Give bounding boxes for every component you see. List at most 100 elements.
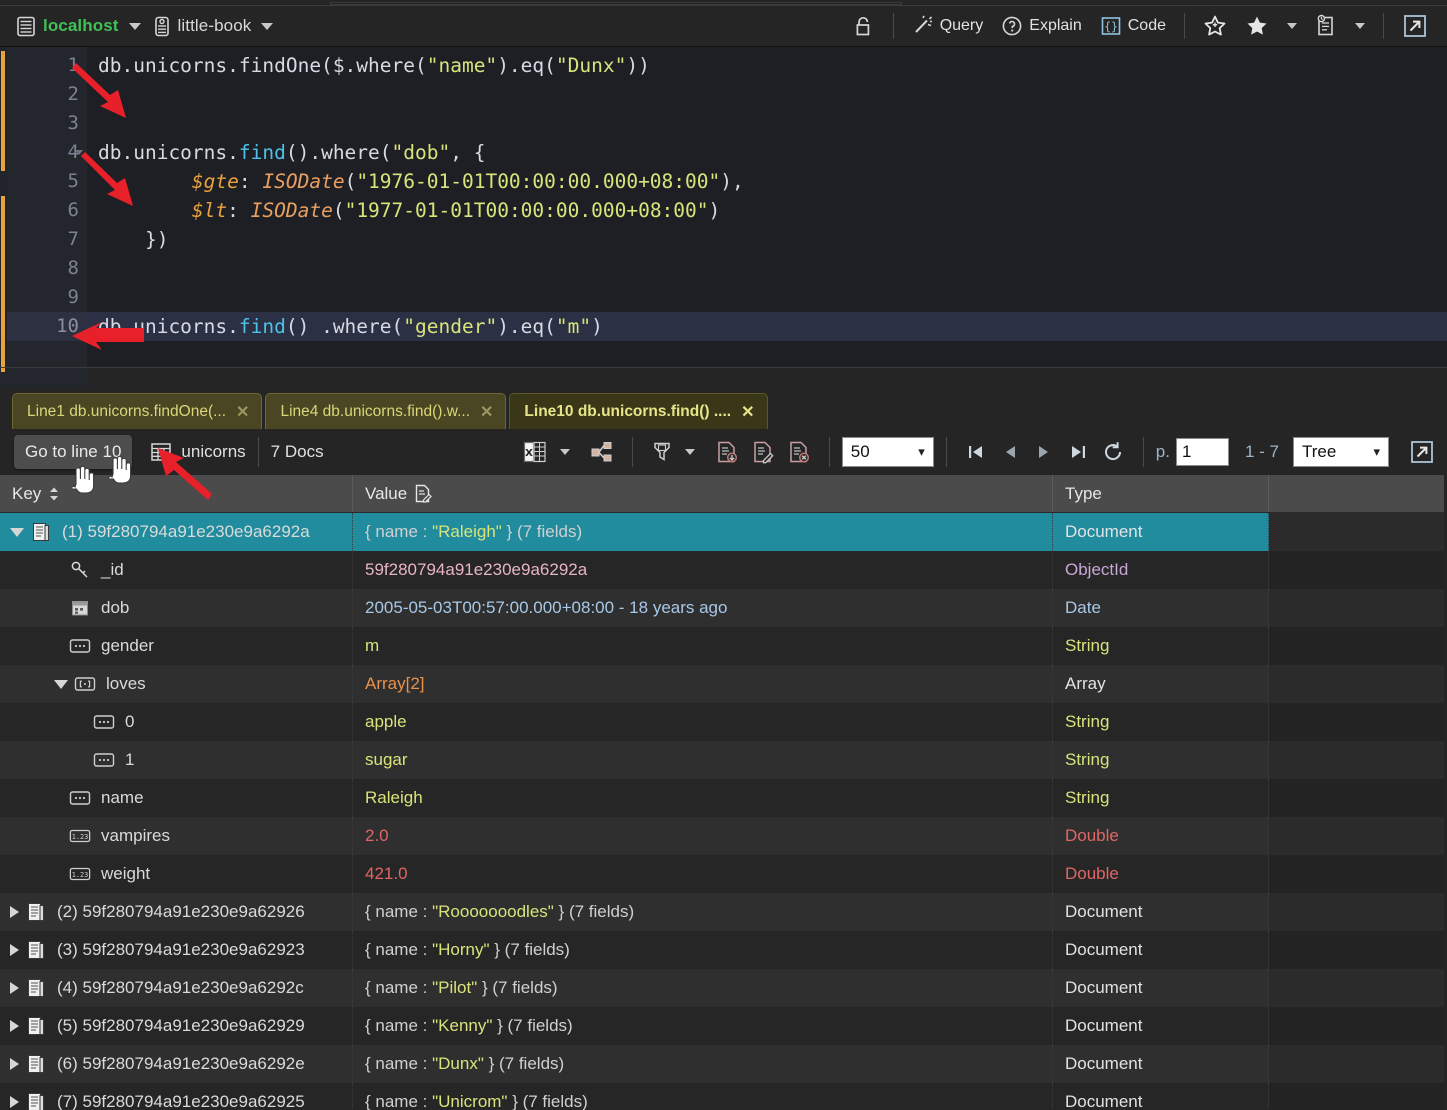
cell-value[interactable]: 59f280794a91e230e9a6292a: [353, 551, 1053, 589]
connection-host-chevron-down-icon[interactable]: [128, 22, 141, 30]
table-row[interactable]: 1 sugar String: [0, 741, 1447, 779]
cell-type[interactable]: String: [1053, 703, 1269, 741]
editor-line-number[interactable]: 6: [7, 196, 87, 225]
open-external-button[interactable]: [1393, 9, 1437, 43]
cell-key[interactable]: (2) 59f280794a91e230e9a62926: [0, 893, 353, 931]
cell-key[interactable]: loves: [0, 665, 353, 703]
table-row[interactable]: (7) 59f280794a91e230e9a62925 { name : "Un…: [0, 1083, 1447, 1110]
editor-code-line[interactable]: [87, 109, 1447, 138]
table-row[interactable]: 0 apple String: [0, 703, 1447, 741]
cell-key[interactable]: (4) 59f280794a91e230e9a6292c: [0, 969, 353, 1007]
editor-code-line[interactable]: }): [87, 225, 1447, 254]
cell-type[interactable]: Double: [1053, 817, 1269, 855]
code-button[interactable]: {} Code: [1091, 11, 1175, 41]
database-selector[interactable]: little-book: [149, 13, 256, 40]
table-body[interactable]: (1) 59f280794a91e230e9a6292a { name : "Ra…: [0, 513, 1447, 1110]
fold-chevron-down-icon[interactable]: [75, 150, 83, 155]
column-header-type[interactable]: Type: [1053, 475, 1269, 512]
edit-doc-icon[interactable]: [414, 484, 433, 503]
cell-type[interactable]: ObjectId: [1053, 551, 1269, 589]
cell-key[interactable]: 1.23 weight: [0, 855, 353, 893]
expand-triangle-icon[interactable]: [10, 906, 19, 918]
cell-key[interactable]: name: [0, 779, 353, 817]
query-button[interactable]: Query: [903, 11, 993, 41]
cell-key[interactable]: (6) 59f280794a91e230e9a6292e: [0, 1045, 353, 1083]
next-page-button[interactable]: [1027, 439, 1061, 465]
cell-type[interactable]: Document: [1053, 931, 1269, 969]
filter-dropdown[interactable]: [679, 446, 701, 458]
editor-code-line[interactable]: [87, 283, 1447, 312]
table-row[interactable]: (5) 59f280794a91e230e9a62929 { name : "Ke…: [0, 1007, 1447, 1045]
cell-value[interactable]: sugar: [353, 741, 1053, 779]
prev-page-button[interactable]: [993, 439, 1027, 465]
cell-type[interactable]: Document: [1053, 1007, 1269, 1045]
editor-code-line[interactable]: $lt: ISODate("1977-01-01T00:00:00.000+08…: [87, 196, 1447, 225]
export-dropdown[interactable]: [554, 446, 576, 458]
cell-value[interactable]: { name : "Dunx" } (7 fields): [353, 1045, 1053, 1083]
table-row[interactable]: (3) 59f280794a91e230e9a62923 { name : "Ho…: [0, 931, 1447, 969]
edit-document-button[interactable]: [745, 437, 781, 467]
table-row[interactable]: (1) 59f280794a91e230e9a6292a { name : "Ra…: [0, 513, 1447, 551]
last-page-button[interactable]: [1061, 439, 1095, 465]
table-row[interactable]: 1.23 vampires 2.0 Double: [0, 817, 1447, 855]
cell-type[interactable]: Document: [1053, 513, 1269, 551]
cell-value[interactable]: 2.0: [353, 817, 1053, 855]
cell-type[interactable]: Document: [1053, 1045, 1269, 1083]
cell-value[interactable]: { name : "Rooooooodles" } (7 fields): [353, 893, 1053, 931]
editor-line-number[interactable]: 4: [7, 138, 87, 167]
column-header-key[interactable]: Key: [0, 475, 353, 512]
database-chevron-down-icon[interactable]: [261, 22, 274, 30]
editor-line-number[interactable]: 9: [7, 283, 87, 312]
cell-value[interactable]: { name : "Kenny" } (7 fields): [353, 1007, 1053, 1045]
editor-code-line[interactable]: db.unicorns.findOne($.where("name").eq("…: [87, 51, 1447, 80]
expand-triangle-icon[interactable]: [10, 982, 19, 994]
cell-key[interactable]: 1.23 vampires: [0, 817, 353, 855]
first-page-button[interactable]: [959, 439, 993, 465]
table-row[interactable]: (4) 59f280794a91e230e9a6292c { name : "Pi…: [0, 969, 1447, 1007]
editor-line-number[interactable]: 8: [7, 254, 87, 283]
cell-type[interactable]: String: [1053, 741, 1269, 779]
table-row[interactable]: (6) 59f280794a91e230e9a6292e { name : "Du…: [0, 1045, 1447, 1083]
cell-key[interactable]: dob: [0, 589, 353, 627]
table-row[interactable]: 1.23 weight 421.0 Double: [0, 855, 1447, 893]
cell-key[interactable]: (1) 59f280794a91e230e9a6292a: [0, 513, 353, 551]
cell-key[interactable]: (3) 59f280794a91e230e9a62923: [0, 931, 353, 969]
collapse-triangle-icon[interactable]: [54, 679, 68, 689]
result-table[interactable]: Key Value Type (1) 59f280794a91e230e9a62…: [0, 475, 1447, 1110]
close-icon[interactable]: ✕: [480, 402, 493, 422]
cell-key[interactable]: _id: [0, 551, 353, 589]
cell-value[interactable]: { name : "Unicrom" } (7 fields): [353, 1083, 1053, 1110]
share-button[interactable]: [584, 437, 620, 467]
filter-button[interactable]: [645, 437, 679, 467]
expand-triangle-icon[interactable]: [10, 944, 19, 956]
insert-document-button[interactable]: [709, 437, 745, 467]
view-mode-select[interactable]: Tree ▾: [1293, 437, 1389, 467]
result-tab[interactable]: Line1 db.unicorns.findOne(... ✕: [12, 393, 263, 429]
editor-line-number[interactable]: 2: [7, 80, 87, 109]
result-tab-bar[interactable]: Line1 db.unicorns.findOne(... ✕ Line4 db.u…: [0, 387, 1447, 429]
result-tab[interactable]: Line10 db.unicorns.find() .... ✕: [509, 393, 768, 429]
result-tab[interactable]: Line4 db.unicorns.find().w... ✕: [265, 393, 507, 429]
close-icon[interactable]: ✕: [741, 402, 754, 422]
cell-value[interactable]: Raleigh: [353, 779, 1053, 817]
connection-host-selector[interactable]: localhost: [12, 13, 123, 40]
editor-line-number[interactable]: 1: [7, 51, 87, 80]
collapse-triangle-icon[interactable]: [10, 527, 24, 537]
editor-code-area[interactable]: db.unicorns.findOne($.where("name").eq("…: [87, 47, 1447, 367]
table-row[interactable]: dob 2005-05-03T00:57:00.000+08:00 - 18 ye…: [0, 589, 1447, 627]
editor-line-number[interactable]: 5: [7, 167, 87, 196]
editor-code-line[interactable]: db.unicorns.find() .where("gender").eq("…: [87, 312, 1447, 341]
editor-code-line[interactable]: [87, 80, 1447, 109]
sort-icon[interactable]: [48, 486, 60, 502]
favorites-button[interactable]: [1236, 10, 1278, 42]
table-row[interactable]: loves Array[2] Array: [0, 665, 1447, 703]
table-row[interactable]: (2) 59f280794a91e230e9a62926 { name : "Ro…: [0, 893, 1447, 931]
open-result-external-button[interactable]: [1403, 436, 1441, 468]
cell-type[interactable]: Double: [1053, 855, 1269, 893]
history-dropdown[interactable]: [1346, 19, 1374, 33]
cell-key[interactable]: (5) 59f280794a91e230e9a62929: [0, 1007, 353, 1045]
cell-key[interactable]: 0: [0, 703, 353, 741]
page-size-select[interactable]: 50 ▾: [841, 437, 934, 467]
table-row[interactable]: name Raleigh String: [0, 779, 1447, 817]
cell-key[interactable]: gender: [0, 627, 353, 665]
